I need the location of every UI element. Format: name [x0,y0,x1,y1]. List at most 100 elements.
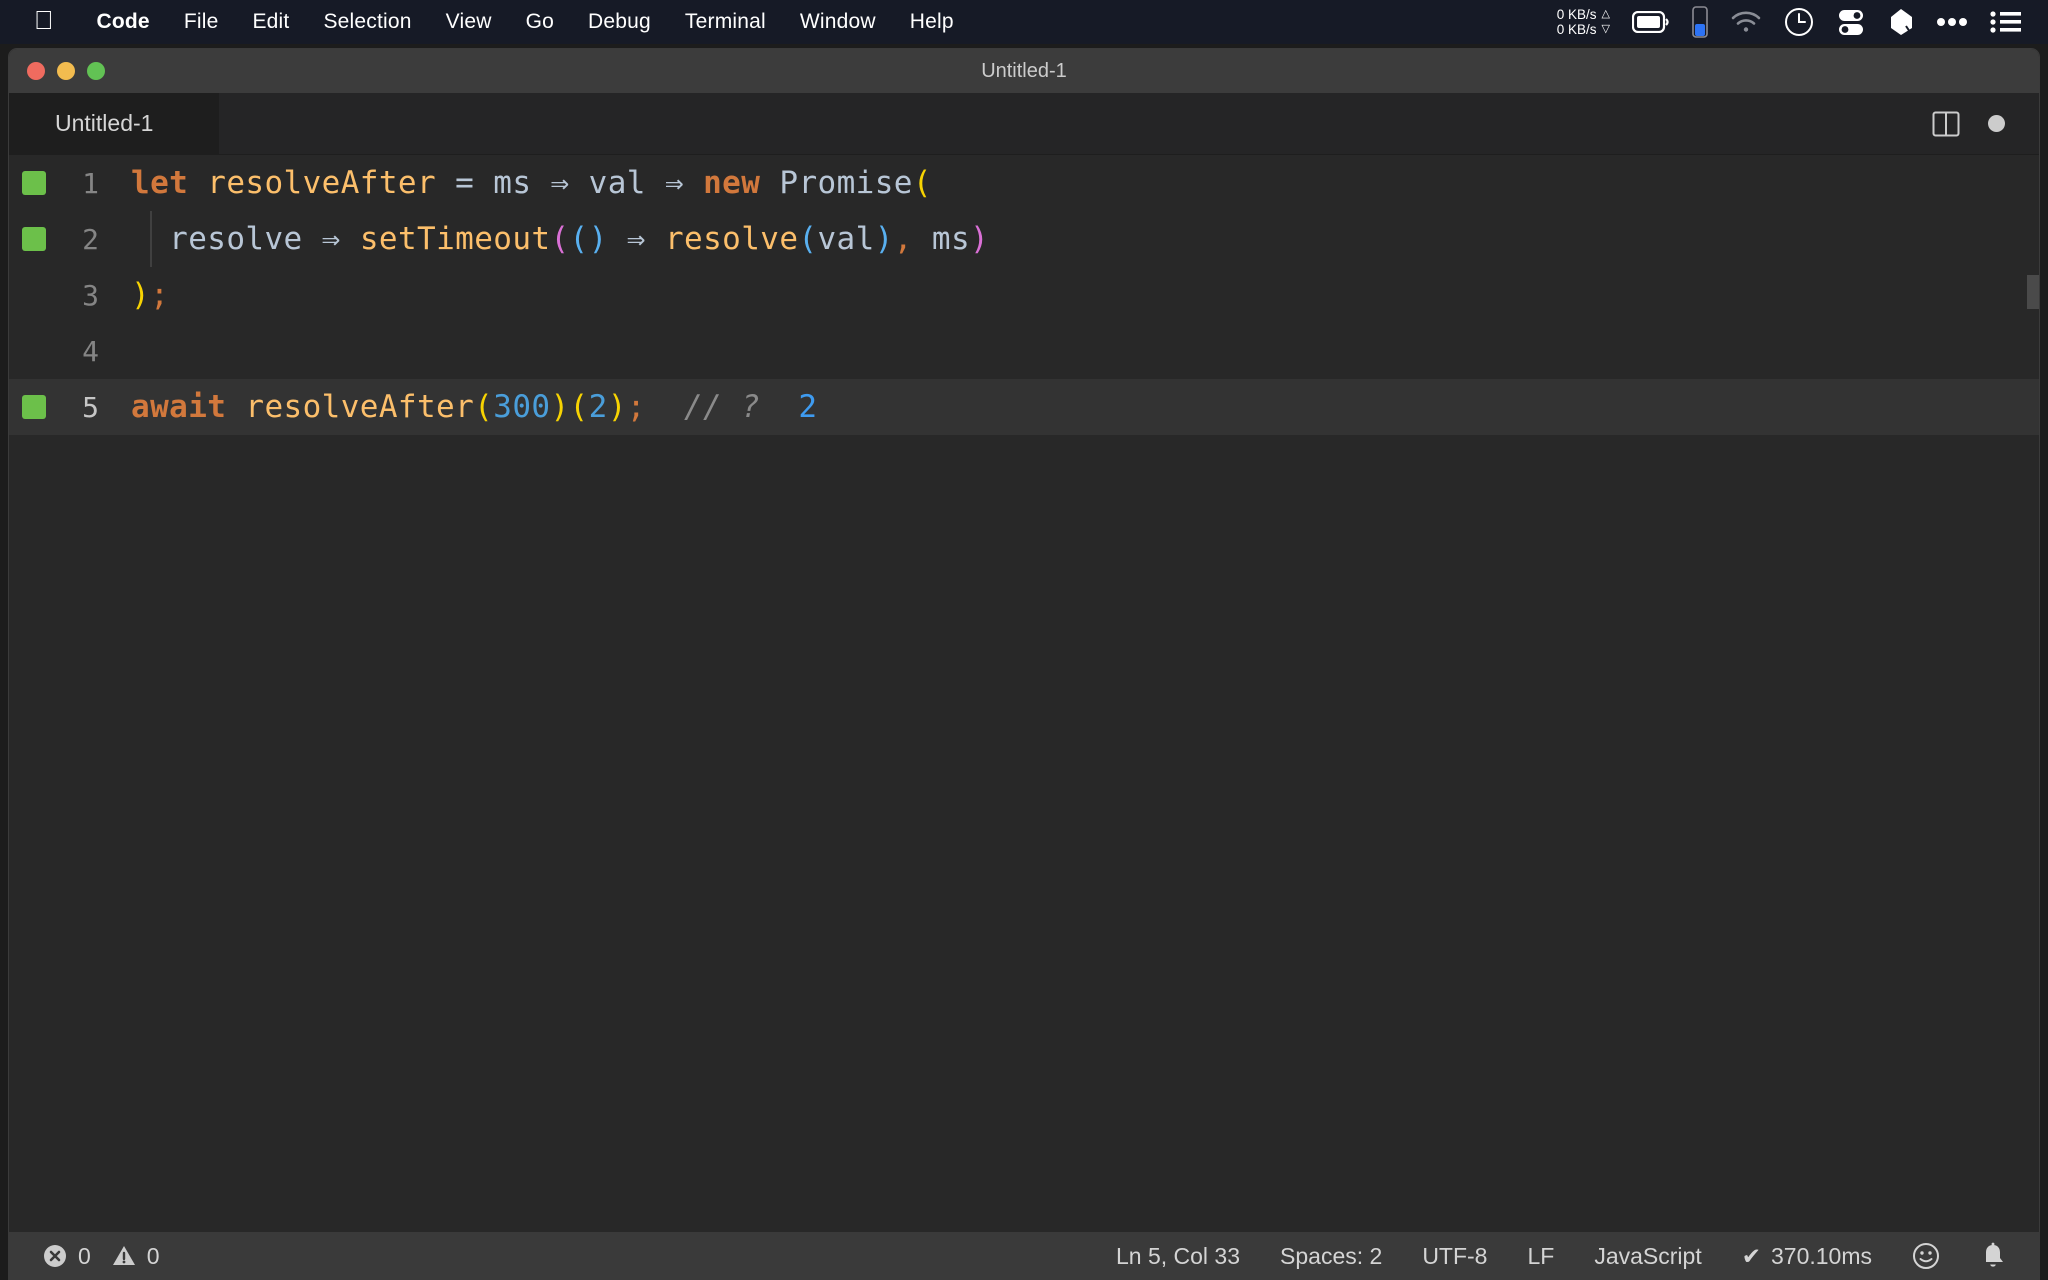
network-upload-rate: 0 KB/s [1556,7,1597,22]
code-line-4[interactable]: 4 [9,323,2039,379]
tab-bar-actions [1932,110,2039,138]
code-editor[interactable]: 1 let resolveAfter = ms ⇒ val ⇒ new Promi… [9,155,2039,1232]
gutter-marker-icon[interactable] [22,227,46,251]
menu-item-edit[interactable]: Edit [235,10,306,34]
quokka-runtime-indicator[interactable]: ✔ 370.10ms [1742,1243,1872,1270]
close-button[interactable] [27,62,45,80]
token: ( [550,221,570,257]
code-line-3[interactable]: 3); [9,267,2039,323]
token: resolveAfter [207,165,437,201]
minimize-button[interactable] [57,62,75,80]
quokka-check-icon: ✔ [1741,1242,1761,1269]
window-title-bar: Untitled-1 [9,49,2039,93]
gutter-marker-icon[interactable] [22,395,46,419]
code-line-2[interactable]: 2 resolve ⇒ setTimeout(() ⇒ resolve(val)… [9,211,2039,267]
network-download-rate: 0 KB/s [1556,22,1597,37]
menu-item-debug[interactable]: Debug [571,10,668,34]
menu-item-view[interactable]: View [429,10,509,34]
toggles-icon[interactable] [1836,7,1866,37]
bell-icon[interactable] [1980,1242,2006,1270]
battery-icon[interactable] [1632,11,1670,33]
code-line-5[interactable]: 5 await resolveAfter(300)(2); // ? 2 [9,379,2039,435]
token: ⇒ [664,165,685,201]
token: ) [607,389,627,425]
token: ; [626,389,646,425]
list-icon[interactable] [1990,10,2022,34]
menu-item-file[interactable]: File [167,10,236,34]
token: ms [931,221,971,257]
menu-item-selection[interactable]: Selection [306,10,428,34]
token: ) [550,389,570,425]
unsaved-dot-icon[interactable] [1988,115,2005,132]
token: ( [474,389,494,425]
editor-scrollbar-thumb[interactable] [2027,275,2039,309]
wifi-icon[interactable] [1730,10,1762,34]
token: ( [798,221,818,257]
code-text: resolve ⇒ setTimeout(() ⇒ resolve(val), … [131,221,989,257]
code-text: await resolveAfter(300)(2); // ? 2 [131,389,817,425]
token: 300 [493,389,551,425]
token: // ? [683,389,761,425]
problems-indicator[interactable]: 0 0 [42,1243,160,1270]
cursor-position[interactable]: Ln 5, Col 33 [1116,1243,1240,1270]
apple-logo-icon[interactable]:  [34,7,54,33]
token: await [131,389,227,425]
token: ) [131,277,151,313]
download-triangle-icon: ▽ [1601,23,1610,35]
error-count: 0 [78,1242,91,1269]
token: ( [569,221,589,257]
token: Promise [779,165,913,201]
vscode-window: Untitled-1 Untitled-1 1 let resolveAfter … [8,48,2040,1272]
token: ( [912,165,932,201]
token: val [588,165,646,201]
token: resolveAfter [245,389,475,425]
token: setTimeout [359,221,551,257]
battery-level-icon[interactable] [1692,6,1708,38]
split-editor-icon[interactable] [1932,110,1960,138]
code-text: ); [131,277,169,313]
menu-bar-status-tray: 0 KB/s 0 KB/s △ ▽ [1557,6,2048,38]
tab-untitled-1[interactable]: Untitled-1 [9,92,219,155]
network-speed-indicator[interactable]: 0 KB/s 0 KB/s △ ▽ [1557,7,1610,37]
line-number: 3 [82,278,99,312]
gutter-marker-icon[interactable] [22,171,46,195]
menu-item-window[interactable]: Window [783,10,893,34]
status-bar-left: 0 0 [8,1243,160,1270]
smiley-icon[interactable] [1912,1242,1940,1270]
token: resolve [169,221,303,257]
token: new [703,165,761,201]
code-line-list: 1 let resolveAfter = ms ⇒ val ⇒ new Promi… [9,155,2039,435]
ellipsis-icon[interactable] [1936,17,1968,27]
menu-item-code[interactable]: Code [80,10,167,34]
warning-count: 0 [146,1242,160,1269]
editor-tab-bar: Untitled-1 [9,92,2039,155]
menu-item-go[interactable]: Go [509,10,571,34]
menu-item-help[interactable]: Help [893,10,971,34]
clock-icon[interactable] [1784,7,1814,37]
token: 2 [798,389,818,425]
macos-menu-bar:  CodeFileEditSelectionViewGoDebugTermin… [0,0,2048,44]
traffic-light-buttons [27,62,105,80]
file-encoding[interactable]: UTF-8 [1422,1243,1487,1270]
menu-item-terminal[interactable]: Terminal [668,10,783,34]
code-line-1[interactable]: 1 let resolveAfter = ms ⇒ val ⇒ new Promi… [9,155,2039,211]
code-text: let resolveAfter = ms ⇒ val ⇒ new Promis… [131,165,932,201]
bartender-icon[interactable] [1888,7,1914,37]
indentation-setting[interactable]: Spaces: 2 [1280,1243,1382,1270]
window-title: Untitled-1 [981,59,1067,82]
line-ending[interactable]: LF [1527,1243,1554,1270]
maximize-button[interactable] [87,62,105,80]
language-mode[interactable]: JavaScript [1594,1243,1701,1270]
token: = [455,165,475,201]
